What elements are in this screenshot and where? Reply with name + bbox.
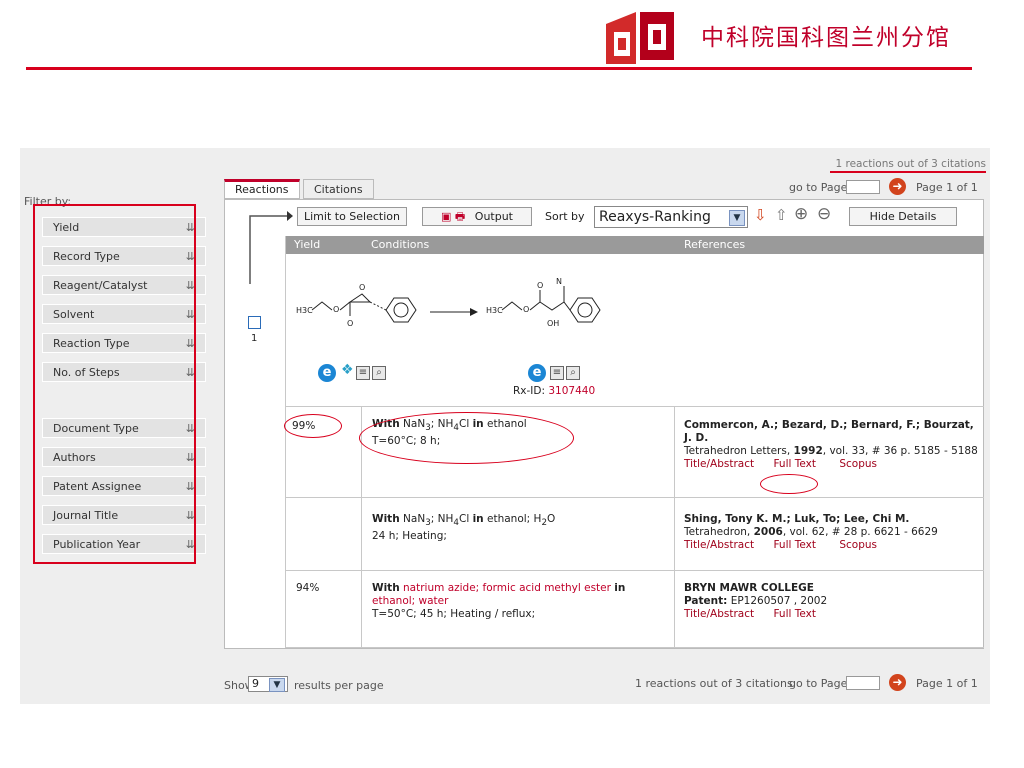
reaction-index: 1	[251, 333, 258, 344]
reactant-epoxide-oxygen-label: O	[359, 283, 365, 292]
row3-reference: BRYN MAWR COLLEGE Patent: EP1260507 , 20…	[684, 582, 828, 620]
filter-highlight-box	[33, 204, 196, 564]
reaction-scheme: H3C O O O H3C O O N OH	[296, 277, 601, 328]
results-summary-top: 1 reactions out of 3 citations	[835, 158, 986, 170]
product-methyl-label: H3C	[486, 306, 503, 315]
magnify-icon[interactable]: ⌕	[566, 366, 580, 380]
print-icon: 🖶	[454, 210, 466, 223]
go-arrow-icon[interactable]: ➜	[889, 178, 906, 195]
column-header-references: References	[684, 238, 746, 251]
ie-browser-icon[interactable]: e	[528, 364, 546, 382]
row1-reference: Commercon, A.; Bezard, D.; Bernard, F.; …	[684, 419, 978, 470]
table-header: Yield Conditions References	[285, 236, 984, 254]
page-info-top: Page 1 of 1	[916, 181, 978, 194]
full-text-link[interactable]: Full Text	[773, 608, 816, 620]
grid-line	[285, 647, 984, 648]
row3-yield: 94%	[296, 582, 320, 594]
reactant-carbonyl-oxygen-label: O	[347, 319, 353, 328]
title-abstract-link[interactable]: Title/Abstract	[684, 458, 754, 470]
limit-to-selection-button[interactable]: Limit to Selection	[297, 207, 407, 226]
output-label: Output	[474, 210, 513, 223]
reaction-select-checkbox[interactable]	[248, 316, 261, 329]
grid-line	[285, 406, 984, 407]
export-icon: ▣	[440, 210, 452, 223]
magnify-icon[interactable]: ⌕	[372, 366, 386, 380]
org-name: 中科院国科图兰州分馆	[701, 25, 951, 51]
row2-reference: Shing, Tony K. M.; Luk, To; Lee, Chi M. …	[684, 513, 938, 551]
scopus-link[interactable]: Scopus	[839, 458, 877, 470]
tab-citations[interactable]: Citations	[303, 179, 374, 199]
grid-line	[285, 497, 984, 498]
tab-reactions[interactable]: Reactions	[224, 179, 300, 199]
sort-select-value: Reaxys-Ranking	[599, 209, 711, 225]
grid-line	[285, 236, 286, 648]
product-ester-oxygen-label: O	[523, 305, 529, 314]
library-logo-icon	[606, 12, 674, 64]
zoom-in-icon[interactable]: ⊕	[794, 204, 808, 224]
chevron-down-icon: ▼	[729, 210, 745, 226]
conditions-highlight-oval	[359, 412, 574, 464]
goto-page-input-bottom[interactable]	[846, 676, 880, 690]
rxid-value[interactable]: 3107440	[548, 385, 595, 397]
chevron-down-icon: ▼	[269, 678, 285, 692]
row3-conditions: With natrium azide; formic acid methyl e…	[372, 582, 626, 620]
reactant-methyl-label: H3C	[296, 306, 313, 315]
yield-highlight-oval	[284, 414, 342, 438]
grid-line	[674, 407, 675, 648]
header-divider	[26, 67, 972, 70]
sort-select[interactable]: Reaxys-Ranking ▼	[594, 206, 748, 228]
page-info-bottom: Page 1 of 1	[916, 677, 978, 690]
scopus-link[interactable]: Scopus	[839, 539, 877, 551]
go-arrow-icon[interactable]: ➜	[889, 674, 906, 691]
output-button[interactable]: ▣ 🖶 Output	[422, 207, 532, 226]
details-list-icon[interactable]: ≡	[550, 366, 564, 380]
reactant-ester-oxygen-label: O	[333, 305, 339, 314]
sort-descending-icon[interactable]: ⇩	[754, 206, 767, 224]
zoom-out-icon[interactable]: ⊖	[817, 204, 831, 224]
results-summary-bottom: 1 reactions out of 3 citations	[635, 677, 793, 690]
ie-browser-icon[interactable]: e	[318, 364, 336, 382]
hide-details-button[interactable]: Hide Details	[849, 207, 957, 226]
goto-page-label-bottom: go to Page	[789, 677, 848, 690]
full-text-highlight-oval	[760, 474, 818, 494]
product-hydroxyl-label: OH	[547, 319, 559, 328]
title-abstract-link[interactable]: Title/Abstract	[684, 539, 754, 551]
product-azide-label: N	[556, 277, 562, 286]
rxid-label: Rx-ID:	[513, 385, 546, 397]
per-page-value: 9	[252, 677, 259, 690]
results-per-page-label: results per page	[294, 679, 384, 692]
sort-ascending-icon[interactable]: ⇧	[775, 206, 788, 224]
summary-highlight-underline	[830, 171, 986, 173]
reaction-id: Rx-ID: 3107440	[513, 385, 595, 397]
product-carbonyl-oxygen-label: O	[537, 281, 543, 290]
row2-conditions: With NaN3; NH4Cl in ethanol; H2O 24 h; H…	[372, 513, 556, 543]
grid-line	[285, 570, 984, 571]
column-header-conditions: Conditions	[371, 238, 430, 251]
sort-by-label: Sort by	[545, 210, 585, 223]
goto-page-input-top[interactable]	[846, 180, 880, 194]
details-list-icon[interactable]: ≡	[356, 366, 370, 380]
column-header-yield: Yield	[294, 238, 321, 251]
title-abstract-link[interactable]: Title/Abstract	[684, 608, 754, 620]
full-text-link[interactable]: Full Text	[773, 539, 816, 551]
goto-page-label-top: go to Page	[789, 181, 848, 194]
full-text-link[interactable]: Full Text	[773, 458, 816, 470]
structure-editor-icon[interactable]: ❖	[341, 362, 354, 378]
per-page-select[interactable]: 9 ▼	[248, 676, 288, 692]
